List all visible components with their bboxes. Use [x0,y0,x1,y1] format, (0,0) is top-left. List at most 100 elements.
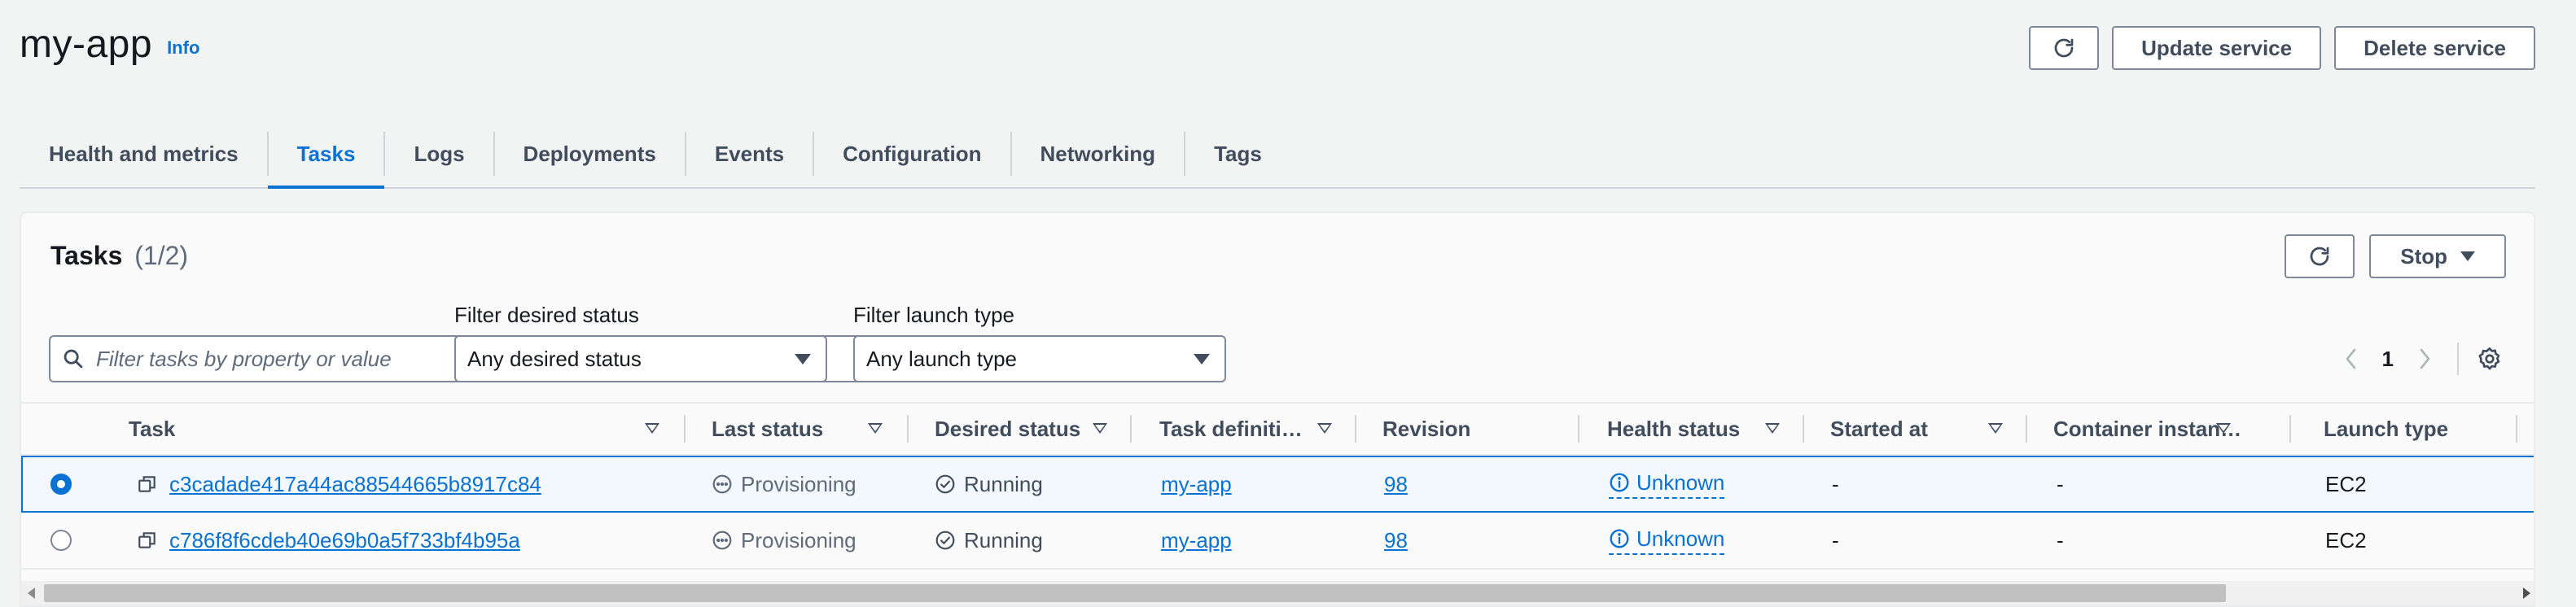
info-icon [1610,473,1629,492]
tab-label: Health and metrics [49,141,239,166]
horizontal-scrollbar[interactable] [21,581,2534,605]
tab-label: Tasks [296,141,356,166]
column-divider [2516,415,2517,443]
tasks-panel-title: Tasks (1/2) [50,241,188,271]
column-divider [1355,415,1356,443]
pending-icon [712,531,732,550]
refresh-service-button[interactable] [2029,26,2100,70]
tasks-count: (1/2) [134,241,189,270]
desired-status: Running [935,472,1043,497]
table-row[interactable]: c786f8f6cdeb40e69b0a5f733bf4b95a Provisi… [21,513,2534,570]
table-row[interactable]: c3cadade417a44ac88544665b8917c84 Provisi… [21,456,2534,513]
started-at: - [1832,471,1839,496]
row-select-radio[interactable] [50,474,72,495]
tab-tags[interactable]: Tags [1185,120,1291,187]
service-tabs: Health and metrics Tasks Logs Deployment… [20,120,2535,189]
stop-label: Stop [2400,243,2447,269]
column-header-launch-type[interactable]: Launch type [2324,404,2448,454]
column-divider [1130,415,1132,443]
check-circle-icon [935,474,955,494]
tasks-panel: Tasks (1/2) Stop Filter desired status A… [20,212,2535,607]
column-divider [1578,415,1579,443]
tab-label: Events [714,141,785,166]
health-status[interactable]: Unknown [1609,526,1725,555]
revision-link[interactable]: 98 [1384,528,1408,553]
revision-link[interactable]: 98 [1384,472,1408,497]
desired-status-value: Any desired status [467,346,642,371]
pagination: 1 [2335,338,2506,379]
tasks-title-text: Tasks [50,241,123,270]
column-header-container-instance[interactable]: Container instan… [2053,404,2241,454]
column-divider [1803,415,1804,443]
pending-icon [712,474,732,494]
search-icon [64,349,83,369]
tab-networking[interactable]: Networking [1011,120,1186,187]
health-status[interactable]: Unknown [1609,470,1725,499]
filter-launch-type-label: Filter launch type [853,303,1014,327]
column-header-task-definition[interactable]: Task definiti… [1159,404,1303,454]
refresh-icon [2310,247,2329,266]
chevron-right-icon [2420,348,2430,369]
column-header-started-at[interactable]: Started at [1830,404,1928,454]
column-divider [2289,415,2291,443]
chevron-left-icon [2346,348,2355,369]
tab-events[interactable]: Events [686,120,815,187]
caret-down-icon [1194,353,1210,365]
caret-down-icon [2460,251,2475,261]
update-service-button[interactable]: Update service [2112,26,2322,70]
delete-service-button[interactable]: Delete service [2334,26,2535,70]
column-header-task[interactable]: Task [129,404,175,454]
tab-health-and-metrics[interactable]: Health and metrics [20,120,269,187]
launch-type: EC2 [2325,527,2367,552]
page-header: my-app Info [20,20,199,68]
check-circle-icon [935,531,955,550]
next-page-button[interactable] [2408,347,2441,371]
column-header-last-status[interactable]: Last status [712,404,823,454]
table-settings-button[interactable] [2473,346,2506,372]
previous-page-button[interactable] [2335,347,2368,371]
page-title: my-app [20,22,153,66]
column-header-health-status[interactable]: Health status [1607,404,1740,454]
filter-desired-status-label: Filter desired status [454,303,639,327]
task-id-link[interactable]: c786f8f6cdeb40e69b0a5f733bf4b95a [169,528,520,553]
tab-logs[interactable]: Logs [384,120,495,187]
task-id-link[interactable]: c3cadade417a44ac88544665b8917c84 [169,472,541,497]
tab-label: Logs [414,141,465,166]
scroll-left-arrow[interactable] [28,587,35,599]
container-instance: - [2057,527,2064,552]
task-definition-link[interactable]: my-app [1161,472,1232,497]
container-instance: - [2057,471,2064,496]
caret-down-icon [795,353,811,365]
tab-tasks[interactable]: Tasks [267,120,386,189]
info-icon [1610,529,1629,548]
task-definition-link[interactable]: my-app [1161,528,1232,553]
scroll-right-arrow[interactable] [2523,587,2530,599]
last-status: Provisioning [712,528,856,553]
desired-status-select[interactable]: Any desired status [454,335,827,382]
tab-label: Networking [1040,141,1156,166]
launch-type-select[interactable]: Any launch type [853,335,1226,382]
column-divider [907,415,909,443]
column-header-revision[interactable]: Revision [1382,404,1470,454]
table-header: Task Last status Desired status Task def… [21,402,2534,456]
column-header-desired-status[interactable]: Desired status [935,404,1080,454]
scrollbar-thumb[interactable] [44,584,2226,602]
last-status: Provisioning [712,472,856,497]
tab-label: Configuration [843,141,982,166]
tasks-actions: Stop [2285,234,2506,278]
launch-type: EC2 [2325,471,2367,496]
row-select-radio[interactable] [50,530,72,551]
launch-type-value: Any launch type [866,346,1018,371]
copy-icon[interactable] [137,474,158,495]
stop-button[interactable]: Stop [2369,234,2506,278]
refresh-icon [2054,38,2074,58]
tab-deployments[interactable]: Deployments [494,120,686,187]
page-number[interactable]: 1 [2382,347,2394,372]
copy-icon[interactable] [137,530,158,551]
gear-icon [2478,347,2500,370]
info-link[interactable]: Info [167,37,199,59]
tab-configuration[interactable]: Configuration [813,120,1012,187]
column-divider [2026,415,2027,443]
tab-label: Deployments [523,141,656,166]
refresh-tasks-button[interactable] [2285,234,2355,278]
